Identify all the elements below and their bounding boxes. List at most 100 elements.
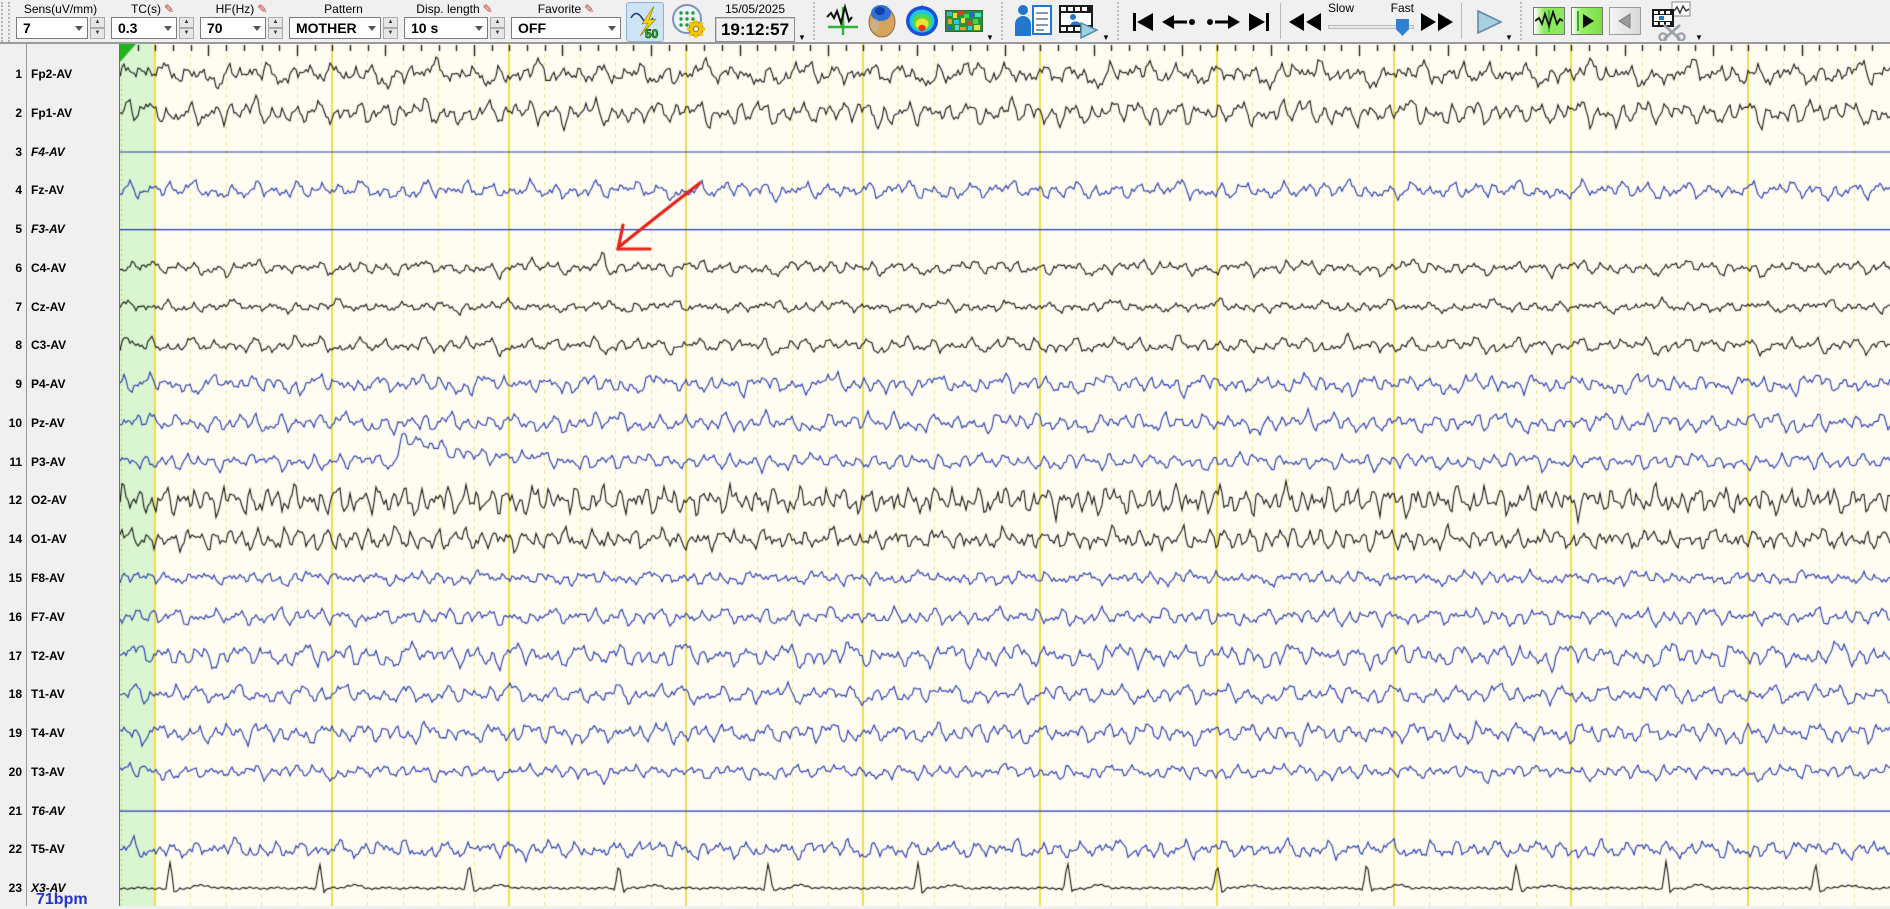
combo-tc-s-[interactable]: 0.3 bbox=[111, 17, 177, 39]
video-dropdown-arrow[interactable]: ▼ bbox=[1101, 4, 1111, 46]
spinner-up-icon[interactable]: ▲ bbox=[179, 17, 194, 28]
channel-row-pz-av[interactable]: 10 Pz-AV bbox=[0, 414, 120, 432]
channel-name: Fp2-AV bbox=[31, 67, 73, 81]
event-play-icon[interactable] bbox=[1571, 7, 1603, 35]
control-group-pattern: Pattern MOTHER ▲ ▼ bbox=[289, 1, 398, 39]
channel-number: 2 bbox=[15, 105, 22, 120]
skip-start-icon[interactable] bbox=[1128, 2, 1158, 42]
spinner-down-icon[interactable]: ▼ bbox=[179, 28, 194, 39]
channel-name: Fz-AV bbox=[31, 183, 65, 198]
patient-info-icon[interactable] bbox=[1013, 2, 1053, 40]
channel-name: T5-AV bbox=[31, 842, 65, 857]
channel-row-f4-av[interactable]: 3 F4-AV bbox=[0, 143, 120, 161]
electrode-map-icon[interactable] bbox=[669, 2, 707, 40]
combo-hf-hz-[interactable]: 70 bbox=[200, 17, 266, 39]
speed-slider: Slow Fast bbox=[1328, 1, 1414, 38]
channel-row-f8-av[interactable]: 15 F8-AV bbox=[0, 569, 120, 587]
step-forward-icon[interactable] bbox=[1202, 2, 1242, 42]
time-field[interactable]: 19:12:57 bbox=[715, 17, 795, 42]
spinner-down-icon[interactable]: ▼ bbox=[90, 28, 105, 39]
channel-row-t4-av[interactable]: 19 T4-AV bbox=[0, 724, 120, 742]
channel-row-o1-av[interactable]: 14 O1-AV bbox=[0, 530, 120, 548]
channel-row-t3-av[interactable]: 20 T3-AV bbox=[0, 763, 120, 781]
channel-number: 15 bbox=[8, 571, 22, 585]
video-icon[interactable] bbox=[1057, 2, 1099, 40]
channel-label-panel: 1 Fp2-AV 2 Fp1-AV 3 F4-AV 4 Fz-AV 5 F3-AV 6 C4-AV 7 C… bbox=[0, 44, 120, 908]
spike-detect-icon[interactable] bbox=[825, 2, 861, 40]
channel-row-cz-av[interactable]: 7 Cz-AV bbox=[0, 298, 120, 316]
eeg-trace-area[interactable] bbox=[119, 44, 1890, 906]
channel-number: 6 bbox=[15, 260, 22, 275]
channel-name: T6-AV bbox=[31, 803, 65, 818]
clip-dropdown-arrow[interactable]: ▼ bbox=[1694, 4, 1704, 46]
channel-row-c4-av[interactable]: 6 C4-AV bbox=[0, 259, 120, 277]
combo-disp-length[interactable]: 10 s bbox=[404, 17, 488, 39]
channel-row-p4-av[interactable]: 9 P4-AV bbox=[0, 375, 120, 393]
fast-forward-icon[interactable] bbox=[1419, 2, 1455, 42]
control-label: Pattern bbox=[324, 2, 363, 16]
spinner-down-icon[interactable]: ▼ bbox=[490, 28, 505, 39]
channel-row-t1-av[interactable]: 18 T1-AV bbox=[0, 685, 120, 703]
toolbar-separator bbox=[1520, 2, 1525, 40]
combo-favorite[interactable]: OFF bbox=[511, 17, 621, 39]
channel-row-t2-av[interactable]: 17 T2-AV bbox=[0, 647, 120, 665]
eeg-traces-canvas[interactable] bbox=[120, 44, 1890, 906]
channel-name: T3-AV bbox=[31, 764, 65, 779]
spinner-up-icon[interactable]: ▲ bbox=[383, 17, 398, 28]
speed-slider-handle[interactable] bbox=[1395, 19, 1409, 36]
channel-name: T1-AV bbox=[31, 687, 65, 702]
video-clip-icon[interactable] bbox=[1650, 1, 1692, 41]
dsa-trend-icon[interactable] bbox=[945, 2, 983, 40]
channel-name: C4-AV bbox=[31, 260, 67, 275]
play-icon[interactable] bbox=[1475, 2, 1503, 42]
combo-pattern[interactable]: MOTHER bbox=[289, 17, 381, 39]
combo-value: 70 bbox=[207, 20, 223, 36]
spinner-down-icon[interactable]: ▼ bbox=[383, 28, 398, 39]
spinner-up-icon[interactable]: ▲ bbox=[268, 17, 283, 28]
step-back-icon[interactable] bbox=[1160, 2, 1200, 42]
channel-number: 21 bbox=[8, 803, 22, 818]
play-dropdown-arrow[interactable]: ▼ bbox=[1504, 4, 1514, 46]
rewind-icon[interactable] bbox=[1287, 2, 1323, 42]
channel-row-f7-av[interactable]: 16 F7-AV bbox=[0, 608, 120, 626]
control-label: Sens(uV/mm) bbox=[23, 2, 98, 16]
channel-row-c3-av[interactable]: 8 C3-AV bbox=[0, 336, 120, 354]
edit-pencil-icon[interactable]: ✎ bbox=[164, 3, 174, 15]
channel-row-fp2-av[interactable]: 1 Fp2-AV bbox=[0, 65, 120, 83]
channel-number: 11 bbox=[9, 454, 22, 469]
spinner-up-icon[interactable]: ▲ bbox=[490, 17, 505, 28]
channel-row-p3-av[interactable]: 11 P3-AV bbox=[0, 453, 120, 471]
channel-number: 12 bbox=[8, 493, 22, 508]
datetime-dropdown-arrow[interactable]: ▼ bbox=[797, 4, 807, 46]
chevron-down-icon bbox=[608, 25, 616, 31]
channel-name: Cz-AV bbox=[31, 299, 66, 314]
channel-name: F8-AV bbox=[31, 571, 65, 585]
channel-number: 3 bbox=[15, 144, 22, 159]
toolbar-separator bbox=[1280, 3, 1281, 39]
channel-name: O2-AV bbox=[31, 493, 67, 508]
map-dropdown-arrow[interactable]: ▼ bbox=[985, 4, 995, 46]
edit-pencil-icon[interactable]: ✎ bbox=[257, 3, 267, 15]
edit-pencil-icon[interactable]: ✎ bbox=[584, 3, 594, 15]
channel-row-o2-av[interactable]: 12 O2-AV bbox=[0, 491, 120, 509]
event-review-icon[interactable] bbox=[1533, 7, 1565, 35]
notch-50-icon[interactable]: 50 bbox=[626, 2, 664, 42]
channel-row-t5-av[interactable]: 22 T5-AV bbox=[0, 840, 120, 858]
spinner-down-icon[interactable]: ▼ bbox=[268, 28, 283, 39]
event-back-icon[interactable] bbox=[1609, 7, 1641, 35]
combo-sens-uv-mm-[interactable]: 7 bbox=[16, 17, 88, 39]
toolbar-grip[interactable] bbox=[1, 2, 10, 42]
topo-map-icon[interactable] bbox=[903, 2, 941, 40]
toolbar-separator bbox=[1461, 3, 1462, 39]
skip-end-icon[interactable] bbox=[1244, 2, 1274, 42]
channel-row-f3-av[interactable]: 5 F3-AV bbox=[0, 220, 120, 238]
head-3d-map-icon[interactable] bbox=[865, 2, 899, 40]
channel-row-fz-av[interactable]: 4 Fz-AV bbox=[0, 181, 120, 199]
spinner-up-icon[interactable]: ▲ bbox=[90, 17, 105, 28]
channel-row-fp1-av[interactable]: 2 Fp1-AV bbox=[0, 104, 120, 122]
channel-number: 9 bbox=[15, 377, 22, 392]
channel-row-t6-av[interactable]: 21 T6-AV bbox=[0, 802, 120, 820]
edit-pencil-icon[interactable]: ✎ bbox=[483, 3, 493, 15]
combo-value: 7 bbox=[23, 20, 31, 36]
combo-value: OFF bbox=[518, 20, 546, 36]
